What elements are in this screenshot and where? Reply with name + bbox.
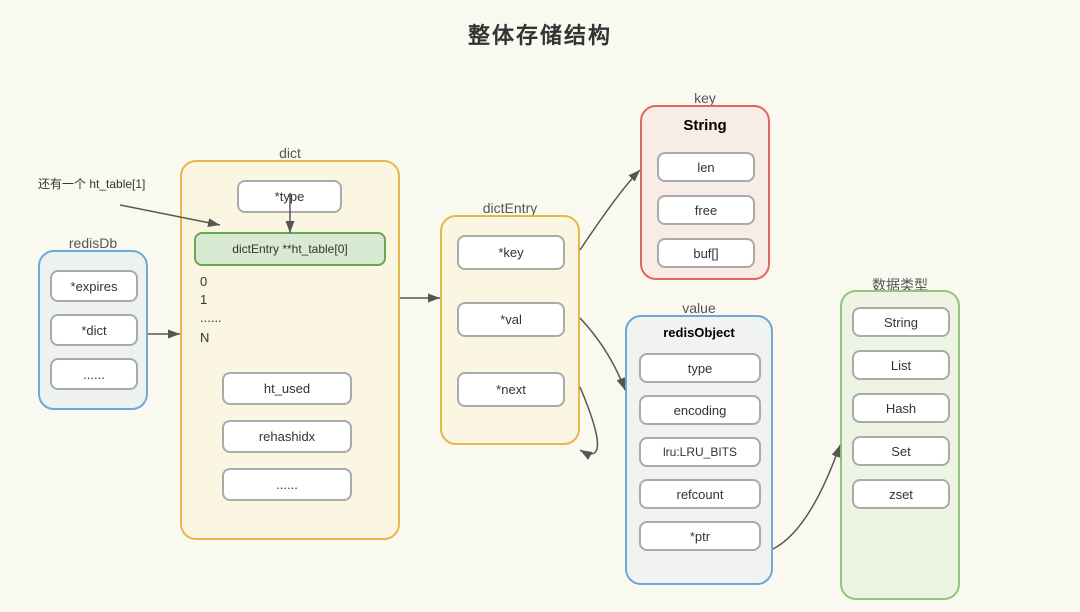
ht-table-field: dictEntry **ht_table[0] — [194, 232, 386, 266]
dictentry-label: dictEntry — [460, 200, 560, 216]
redisdb-container: *expires *dict ...... — [38, 250, 148, 410]
val-field: *val — [457, 302, 565, 337]
type-field: *type — [237, 180, 342, 213]
lru-field: lru:LRU_BITS — [639, 437, 761, 467]
string-type: String — [852, 307, 950, 337]
row-ellipsis: ...... — [200, 310, 222, 325]
row-0: 0 — [200, 274, 207, 289]
value-label: value — [625, 300, 773, 316]
free-field: free — [657, 195, 755, 225]
redisobject-title: redisObject — [627, 325, 771, 340]
page-title: 整体存储结构 — [0, 0, 1080, 50]
ht-table-note: 还有一个 ht_table[1] — [38, 175, 145, 193]
buf-field: buf[] — [657, 238, 755, 268]
expires-field: *expires — [50, 270, 138, 302]
key-label: key — [640, 90, 770, 106]
len-field: len — [657, 152, 755, 182]
dictentry-container: *key *val *next — [440, 215, 580, 445]
row-1: 1 — [200, 292, 207, 307]
type-ro-field: type — [639, 353, 761, 383]
ptr-field: *ptr — [639, 521, 761, 551]
dict-bottom-ellipsis: ...... — [222, 468, 352, 501]
dict-container: *type dictEntry **ht_table[0] 0 1 ......… — [180, 160, 400, 540]
row-n: N — [200, 330, 209, 345]
set-type: Set — [852, 436, 950, 466]
encoding-field: encoding — [639, 395, 761, 425]
dict-label: dict — [220, 145, 360, 161]
string-key-title: String — [642, 117, 768, 134]
next-field: *next — [457, 372, 565, 407]
dict-field: *dict — [50, 314, 138, 346]
string-key-container: String len free buf[] — [640, 105, 770, 280]
redisdb-ellipsis: ...... — [50, 358, 138, 390]
key-field: *key — [457, 235, 565, 270]
redisobject-container: redisObject type encoding lru:LRU_BITS r… — [625, 315, 773, 585]
list-type: List — [852, 350, 950, 380]
zset-type: zset — [852, 479, 950, 509]
redisdb-label: redisDb — [38, 235, 148, 251]
refcount-field: refcount — [639, 479, 761, 509]
ht-used-field: ht_used — [222, 372, 352, 405]
datatype-container: String List Hash Set zset — [840, 290, 960, 600]
rehashidx-field: rehashidx — [222, 420, 352, 453]
hash-type: Hash — [852, 393, 950, 423]
